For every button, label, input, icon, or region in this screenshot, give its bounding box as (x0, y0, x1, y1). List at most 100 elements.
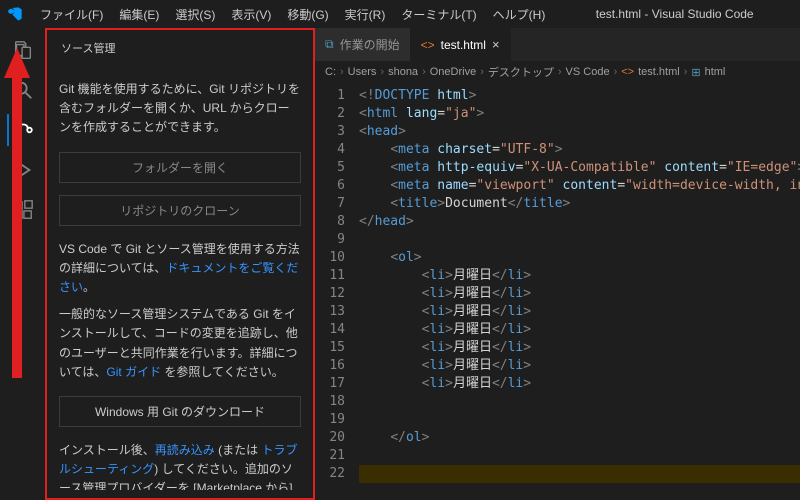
code-line[interactable]: <meta name="viewport" content="width=dev… (359, 177, 800, 195)
git-guide-link[interactable]: Git ガイド (106, 365, 161, 379)
line-number: 6 (315, 177, 345, 195)
breadcrumb-item[interactable]: OneDrive (430, 66, 476, 78)
chevron-right-icon: › (340, 66, 344, 78)
line-number: 19 (315, 411, 345, 429)
html-file-icon: <> (421, 38, 435, 52)
menu-item[interactable]: 選択(S) (167, 4, 223, 26)
menu-item[interactable]: ターミナル(T) (393, 4, 484, 26)
chevron-right-icon: › (480, 66, 484, 78)
tab-label: test.html (441, 38, 486, 52)
code-line[interactable] (359, 231, 800, 249)
editor-area: ⧉ 作業の開始 <> test.html × C: › Users › shona › On… (315, 28, 800, 500)
code-line[interactable]: <ol> (359, 249, 800, 267)
download-git-button[interactable]: Windows 用 Git のダウンロード (59, 396, 301, 427)
breadcrumb-item[interactable]: Users (348, 66, 377, 78)
tab-label: 作業の開始 (340, 36, 400, 53)
line-number: 15 (315, 339, 345, 357)
breadcrumb-item[interactable]: html (705, 66, 726, 78)
extensions-icon[interactable] (7, 194, 39, 226)
menubar: ファイル(F)編集(E)選択(S)表示(V)移動(G)実行(R)ターミナル(T)… (0, 0, 800, 28)
clone-repo-button[interactable]: リポジトリのクローン (59, 195, 301, 226)
scm-after-install: インストール後、再読み込み (または トラブルシューティング) してください。追… (59, 441, 301, 490)
line-number: 10 (315, 249, 345, 267)
code-line[interactable]: <head> (359, 123, 800, 141)
line-number: 3 (315, 123, 345, 141)
line-number: 20 (315, 429, 345, 447)
activity-bar (0, 28, 45, 500)
line-number: 12 (315, 285, 345, 303)
open-folder-button[interactable]: フォルダーを開く (59, 152, 301, 183)
line-number: 8 (315, 213, 345, 231)
line-number: 11 (315, 267, 345, 285)
line-number: 18 (315, 393, 345, 411)
code-line[interactable] (359, 411, 800, 429)
menu-item[interactable]: 移動(G) (279, 4, 336, 26)
scm-docs-text: VS Code で Git とソース管理を使用する方法の詳細については、ドキュメ… (59, 240, 301, 298)
code-line[interactable]: <li>月曜日</li> (359, 321, 800, 339)
code-line[interactable]: <li>月曜日</li> (359, 267, 800, 285)
code-editor[interactable]: 12345678910111213141516171819202122 <!DO… (315, 83, 800, 500)
line-number: 2 (315, 105, 345, 123)
line-number: 7 (315, 195, 345, 213)
editor-tabs: ⧉ 作業の開始 <> test.html × (315, 28, 800, 61)
breadcrumb-item[interactable]: test.html (638, 66, 680, 78)
source-control-sidebar: ソース管理 Git 機能を使用するために、Git リポジトリを含むフォルダーを開… (45, 28, 315, 500)
line-number: 13 (315, 303, 345, 321)
code-line[interactable]: <!DOCTYPE html> (359, 87, 800, 105)
breadcrumb-item[interactable]: VS Code (566, 66, 610, 78)
menu-item[interactable]: 表示(V) (223, 4, 279, 26)
code-lines[interactable]: <!DOCTYPE html><html lang="ja"><head> <m… (355, 83, 800, 500)
chevron-right-icon: › (422, 66, 426, 78)
code-line[interactable]: <li>月曜日</li> (359, 303, 800, 321)
line-number: 21 (315, 447, 345, 465)
tab-welcome[interactable]: ⧉ 作業の開始 (315, 28, 411, 61)
code-line[interactable]: <li>月曜日</li> (359, 339, 800, 357)
code-line[interactable]: </head> (359, 213, 800, 231)
window-title: test.html - Visual Studio Code (555, 7, 794, 21)
tag-icon: ⊞ (691, 66, 700, 79)
menu-item[interactable]: ヘルプ(H) (485, 4, 554, 26)
search-icon[interactable] (7, 74, 39, 106)
line-gutter: 12345678910111213141516171819202122 (315, 83, 355, 500)
line-number: 1 (315, 87, 345, 105)
sidebar-title: ソース管理 (47, 30, 313, 66)
vscode-file-icon: ⧉ (325, 37, 334, 52)
menu-item[interactable]: 編集(E) (111, 4, 167, 26)
line-number: 9 (315, 231, 345, 249)
code-line[interactable]: <li>月曜日</li> (359, 375, 800, 393)
html-file-icon: <> (621, 66, 634, 78)
tab-test-html[interactable]: <> test.html × (411, 28, 511, 61)
chevron-right-icon: › (558, 66, 562, 78)
code-line[interactable]: <meta charset="UTF-8"> (359, 141, 800, 159)
debug-icon[interactable] (7, 154, 39, 186)
code-line[interactable]: <li>月曜日</li> (359, 285, 800, 303)
line-number: 14 (315, 321, 345, 339)
code-line[interactable]: <html lang="ja"> (359, 105, 800, 123)
breadcrumb-item[interactable]: C: (325, 66, 336, 78)
code-line[interactable] (359, 447, 800, 465)
line-number: 4 (315, 141, 345, 159)
vscode-logo-icon (6, 5, 24, 23)
code-line[interactable]: <title>Document</title> (359, 195, 800, 213)
scm-message: Git 機能を使用するために、Git リポジトリを含むフォルダーを開くか、URL… (59, 80, 301, 138)
code-line[interactable] (359, 393, 800, 411)
source-control-icon[interactable] (7, 114, 39, 146)
code-line[interactable]: </ol> (359, 429, 800, 447)
reload-link[interactable]: 再読み込み (155, 443, 215, 457)
line-number: 17 (315, 375, 345, 393)
close-icon[interactable]: × (492, 37, 500, 52)
code-line[interactable]: <meta http-equiv="X-UA-Compatible" conte… (359, 159, 800, 177)
breadcrumb[interactable]: C:›Users›shona›OneDrive›デスクトップ›VS Code›<… (315, 61, 800, 83)
menu-item[interactable]: 実行(R) (337, 4, 394, 26)
menu-item[interactable]: ファイル(F) (32, 4, 111, 26)
line-number: 22 (315, 465, 345, 483)
code-line[interactable] (359, 465, 800, 483)
chevron-right-icon: › (614, 66, 618, 78)
scm-git-text: 一般的なソース管理システムである Git をインストールして、コードの変更を追跡… (59, 305, 301, 382)
code-line[interactable]: <li>月曜日</li> (359, 357, 800, 375)
breadcrumb-item[interactable]: デスクトップ (488, 64, 554, 80)
line-number: 16 (315, 357, 345, 375)
breadcrumb-item[interactable]: shona (388, 66, 418, 78)
explorer-icon[interactable] (7, 34, 39, 66)
chevron-right-icon: › (684, 66, 688, 78)
